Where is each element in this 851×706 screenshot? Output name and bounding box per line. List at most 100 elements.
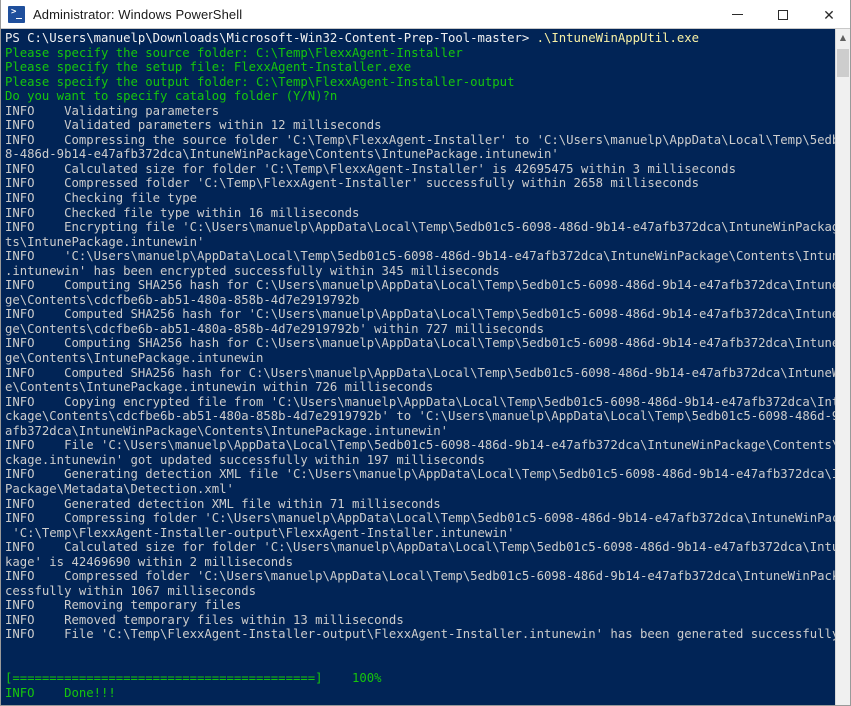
console-line: Do you want to specify catalog folder (Y…: [5, 89, 837, 104]
console-line: PS C:\Users\manuelp\Downloads\Microsoft-…: [5, 31, 837, 46]
console-line-text: INFO Generating detection XML file 'C:\U…: [5, 467, 837, 482]
console-line: INFO 'C:\Users\manuelp\AppData\Local\Tem…: [5, 249, 837, 264]
console-line-text: INFO Generated detection XML file within…: [5, 496, 441, 511]
console-line: Please specify the setup file: FlexxAgen…: [5, 60, 837, 75]
console-line-text: INFO Calculated size for folder 'C:\Temp…: [5, 161, 736, 176]
console-line-text: INFO Compressing folder 'C:\Users\manuel…: [5, 511, 837, 526]
console-line: INFO Computed SHA256 hash for 'C:\Users\…: [5, 307, 837, 322]
console-line-text: INFO Encrypting file 'C:\Users\manuelp\A…: [5, 220, 837, 235]
console-line: INFO Removed temporary files within 13 m…: [5, 613, 837, 628]
maximize-button[interactable]: [760, 0, 806, 29]
console-line: Please specify the output folder: C:\Tem…: [5, 75, 837, 90]
console-command-text: .\IntuneWinAppUtil.exe: [536, 31, 700, 45]
console-line-text: Please specify the source folder: C:\Tem…: [5, 45, 463, 60]
console-line: ts\IntunePackage.intunewin': [5, 235, 837, 250]
scroll-up-button[interactable]: ▲: [836, 29, 850, 46]
console-line-text: INFO Checking file type: [5, 191, 197, 206]
prompt-underscore-icon: [16, 17, 22, 19]
console-line: INFO Checked file type within 16 millise…: [5, 206, 837, 221]
console-line-text: INFO Copying encrypted file from 'C:\Use…: [5, 394, 837, 409]
console-line-text: INFO Compressed folder 'C:\Users\manuelp…: [5, 569, 837, 584]
console-line-text: afb372dca\IntuneWinPackage\Contents\Intu…: [5, 423, 449, 438]
scrollbar-track[interactable]: [836, 77, 850, 689]
console-text: PS C:\Users\manuelp\Downloads\Microsoft-…: [1, 29, 837, 705]
console-line: cessfully within 1067 milliseconds: [5, 584, 837, 599]
console-line: ge\Contents\cdcfbe6b-ab51-480a-858b-4d7e…: [5, 322, 837, 337]
powershell-icon: >: [8, 5, 25, 23]
console-line-text: ckage\Contents\cdcfbe6b-ab51-480a-858b-4…: [5, 409, 837, 424]
console-line-text: ge\Contents\IntunePackage.intunewin: [5, 351, 264, 366]
console-line-text: INFO Compressed folder 'C:\Temp\FlexxAge…: [5, 176, 700, 191]
title-bar[interactable]: > Administrator: Windows PowerShell ✕: [1, 0, 850, 29]
console-line: 8-486d-9b14-e47afb372dca\IntuneWinPackag…: [5, 147, 837, 162]
console-line: INFO Done!!!: [5, 686, 837, 701]
console-line-text: [=======================================…: [5, 671, 382, 686]
console-line: ckage\Contents\cdcfbe6b-ab51-480a-858b-4…: [5, 409, 837, 424]
close-icon: ✕: [823, 6, 835, 23]
console-output-area[interactable]: PS C:\Users\manuelp\Downloads\Microsoft-…: [1, 29, 837, 705]
console-line: INFO Encrypting file 'C:\Users\manuelp\A…: [5, 220, 837, 235]
console-line-text: ts\IntunePackage.intunewin': [5, 234, 205, 249]
console-line: INFO File 'C:\Users\manuelp\AppData\Loca…: [5, 438, 837, 453]
console-line: INFO Removing temporary files: [5, 598, 837, 613]
console-line: INFO Compressed folder 'C:\Users\manuelp…: [5, 569, 837, 584]
console-line-text: INFO 'C:\Users\manuelp\AppData\Local\Tem…: [5, 249, 837, 264]
console-line-text: Please specify the setup file: FlexxAgen…: [5, 60, 412, 75]
window-controls: ✕: [714, 0, 850, 29]
console-line: kage' is 42469690 within 2 milliseconds: [5, 555, 837, 570]
console-line-text: INFO Checked file type within 16 millise…: [5, 205, 360, 220]
prompt-chevron-icon: >: [11, 7, 17, 17]
console-line: INFO Validating parameters: [5, 104, 837, 119]
console-line-text: INFO File 'C:\Temp\FlexxAgent-Installer-…: [5, 627, 837, 642]
console-line: INFO Generated detection XML file within…: [5, 497, 837, 512]
console-line: INFO Checking file type: [5, 191, 837, 206]
console-line: e\Contents\IntunePackage.intunewin withi…: [5, 380, 837, 395]
console-line: INFO Calculated size for folder 'C:\Temp…: [5, 162, 837, 177]
console-line-text: Please specify the output folder: C:\Tem…: [5, 74, 515, 89]
console-line: INFO Compressed folder 'C:\Temp\FlexxAge…: [5, 176, 837, 191]
console-line: INFO Compressing the source folder 'C:\T…: [5, 133, 837, 148]
console-line-text: INFO Compressing the source folder 'C:\T…: [5, 132, 837, 147]
powershell-window: > Administrator: Windows PowerShell ✕ PS…: [0, 0, 851, 706]
console-line: .intunewin' has been encrypted successfu…: [5, 264, 837, 279]
console-scrollbar[interactable]: ▲: [835, 29, 850, 705]
console-line: Package\Metadata\Detection.xml': [5, 482, 837, 497]
console-line-text: INFO Removing temporary files: [5, 598, 242, 613]
console-line-text: .intunewin' has been encrypted successfu…: [5, 263, 500, 278]
console-line-text: ge\Contents\cdcfbe6b-ab51-480a-858b-4d7e…: [5, 292, 360, 307]
close-button[interactable]: ✕: [806, 0, 850, 29]
console-line: ge\Contents\cdcfbe6b-ab51-480a-858b-4d7e…: [5, 293, 837, 308]
maximize-icon: [778, 9, 788, 20]
console-line: INFO Computed SHA256 hash for C:\Users\m…: [5, 366, 837, 381]
console-line: ckage.intunewin' got updated successfull…: [5, 453, 837, 468]
console-line-text: e\Contents\IntunePackage.intunewin withi…: [5, 380, 434, 395]
console-line-text: ckage.intunewin' got updated successfull…: [5, 452, 485, 467]
console-line-text: INFO Calculated size for folder 'C:\User…: [5, 540, 837, 555]
console-line: INFO Copying encrypted file from 'C:\Use…: [5, 395, 837, 410]
minimize-icon: [731, 14, 743, 15]
console-line-text: INFO Validating parameters: [5, 103, 220, 118]
console-line-text: INFO File 'C:\Users\manuelp\AppData\Loca…: [5, 438, 837, 453]
chevron-up-icon: ▲: [839, 33, 847, 42]
console-line: INFO File 'C:\Temp\FlexxAgent-Installer-…: [5, 627, 837, 642]
console-line: INFO Generating detection XML file 'C:\U…: [5, 467, 837, 482]
console-line-text: 8-486d-9b14-e47afb372dca\IntuneWinPackag…: [5, 147, 559, 162]
scrollbar-thumb[interactable]: [837, 49, 849, 77]
console-line-text: cessfully within 1067 milliseconds: [5, 583, 257, 598]
console-line-text: ge\Contents\cdcfbe6b-ab51-480a-858b-4d7e…: [5, 321, 544, 336]
console-line-text: kage' is 42469690 within 2 milliseconds: [5, 554, 293, 569]
console-line-text: INFO Validated parameters within 12 mill…: [5, 118, 382, 133]
console-line: 'C:\Temp\FlexxAgent-Installer-output\Fle…: [5, 526, 837, 541]
console-line-text: INFO Computed SHA256 hash for 'C:\Users\…: [5, 307, 837, 322]
console-line-text: INFO Computed SHA256 hash for C:\Users\m…: [5, 365, 837, 380]
console-line-text: INFO Done!!!: [5, 685, 116, 700]
console-line: afb372dca\IntuneWinPackage\Contents\Intu…: [5, 424, 837, 439]
console-line: ge\Contents\IntunePackage.intunewin: [5, 351, 837, 366]
console-line-text: INFO Computing SHA256 hash for C:\Users\…: [5, 336, 837, 351]
console-line-text: Do you want to specify catalog folder (Y…: [5, 89, 338, 104]
minimize-button[interactable]: [714, 0, 760, 29]
console-line: INFO Computing SHA256 hash for C:\Users\…: [5, 336, 837, 351]
